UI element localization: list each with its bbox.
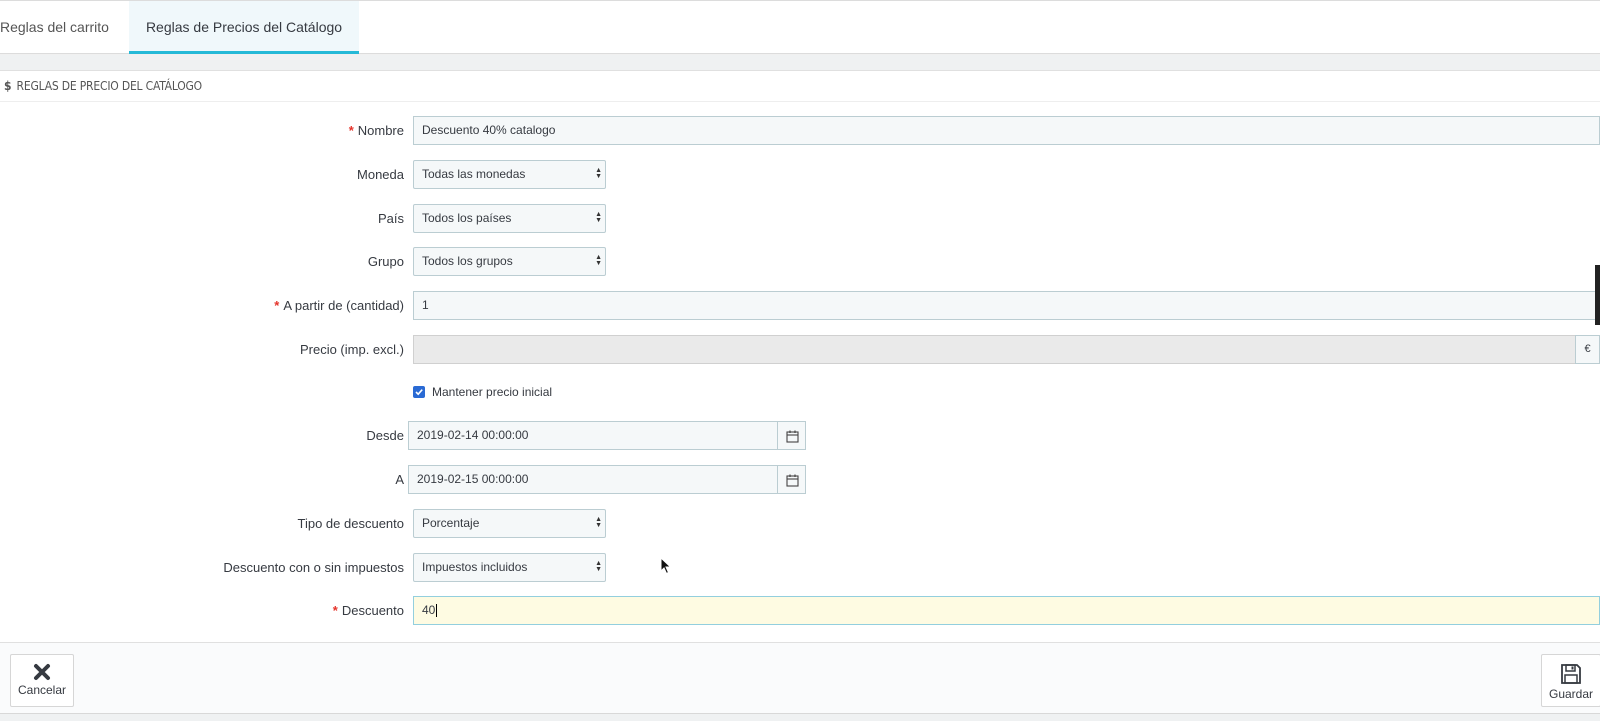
name-label: * Nombre [349,116,404,146]
tax-select-value: Impuestos incluidos [422,560,528,574]
form-footer: Cancelar Guardar [0,642,1600,714]
tax-select[interactable]: Impuestos incluidos ▲ ▼ [413,553,606,582]
discount-input-value: 40 [422,603,436,617]
cancel-label: Cancelar [17,683,67,697]
discount-input[interactable]: 40 [413,596,1600,625]
form-row-price: Precio (imp. excl.) € [0,335,1600,365]
page-bottom [0,714,1600,721]
country-label: País [377,211,404,226]
discount-type-select[interactable]: Porcentaje ▲ ▼ [413,509,606,538]
form-row-to: A 2019-02-15 00:00:00 [0,465,1600,495]
form-row-group: Grupo Todos los grupos ▲ ▼ [0,247,1600,277]
country-select[interactable]: Todos los países ▲ ▼ [413,204,606,233]
to-calendar-button[interactable] [777,465,806,494]
currency-select[interactable]: Todas las monedas ▲ ▼ [413,160,606,189]
form-row-tax: Descuento con o sin impuestos Impuestos … [0,553,1600,583]
mouse-cursor-icon [660,557,672,575]
from-date-input[interactable]: 2019-02-14 00:00:00 [408,421,778,450]
tab-catalog-price-rules[interactable]: Reglas de Precios del Catálogo [129,1,359,54]
dollar-icon: $ [4,79,12,93]
save-icon [1561,664,1581,684]
save-button[interactable]: Guardar [1541,654,1600,707]
group-select-value: Todos los grupos [422,254,513,268]
form-row-country: País Todos los países ▲ ▼ [0,204,1600,234]
save-label: Guardar [1548,687,1594,701]
required-marker: * [348,123,354,138]
form-row-name: * Nombre Descuento 40% catalogo [0,116,1600,146]
check-icon [415,389,423,396]
group-label: Grupo [367,254,404,269]
from-label: Desde [366,428,404,443]
panel-title: Reglas de precio del catálogo [16,79,203,93]
form-row-currency: Moneda Todas las monedas ▲ ▼ [0,160,1600,190]
form-row-quantity: * A partir de (cantidad) 1 [0,291,1600,321]
calendar-icon [786,430,799,443]
tab-bar: Reglas del carrito Reglas de Precios del… [0,0,1600,54]
form-row-from: Desde 2019-02-14 00:00:00 [0,421,1600,451]
group-select[interactable]: Todos los grupos ▲ ▼ [413,247,606,276]
cancel-button[interactable]: Cancelar [10,654,74,707]
required-marker: * [332,603,338,618]
separator [0,55,1600,70]
required-marker: * [274,298,280,313]
keep-initial-price-checkbox[interactable] [413,386,425,398]
country-select-value: Todos los países [422,211,512,225]
quantity-label-text: A partir de (cantidad) [283,298,404,313]
sort-arrows-icon: ▲ ▼ [595,254,602,267]
currency-select-value: Todas las monedas [422,167,526,181]
panel-heading: $ Reglas de precio del catálogo [0,71,1600,102]
catalog-price-rule-panel: $ Reglas de precio del catálogo * Nombre … [0,70,1600,642]
sort-arrows-icon: ▲ ▼ [595,167,602,180]
discount-label: * Descuento [333,596,404,626]
tax-label: Descuento con o sin impuestos [223,560,404,575]
name-input[interactable]: Descuento 40% catalogo [413,116,1600,145]
tab-cart-rules[interactable]: Reglas del carrito [0,1,128,54]
sort-arrows-icon: ▲ ▼ [595,211,602,224]
keep-initial-price-label[interactable]: Mantener precio inicial [432,378,552,406]
sort-arrows-icon: ▲ ▼ [595,516,602,529]
name-label-text: Nombre [357,123,404,138]
price-input[interactable] [413,335,1576,364]
to-label: A [395,472,404,487]
euro-addon: € [1575,335,1600,364]
quantity-label: * A partir de (cantidad) [274,291,404,321]
price-label: Precio (imp. excl.) [299,342,404,357]
to-date-input[interactable]: 2019-02-15 00:00:00 [408,465,778,494]
close-icon [34,664,50,680]
sort-arrows-icon: ▲ ▼ [595,560,602,573]
from-calendar-button[interactable] [777,421,806,450]
discount-type-value: Porcentaje [422,516,480,530]
calendar-icon [786,474,799,487]
form-row-discount: * Descuento 40 [0,596,1600,626]
currency-label: Moneda [357,167,404,182]
discount-type-label: Tipo de descuento [297,516,404,531]
text-caret [436,604,438,618]
form-row-discount-type: Tipo de descuento Porcentaje ▲ ▼ [0,509,1600,539]
quantity-input[interactable]: 1 [413,291,1600,320]
form-row-keep-price: Mantener precio inicial [0,378,1600,408]
scroll-indicator[interactable] [1595,265,1600,325]
discount-label-text: Descuento [341,603,404,618]
